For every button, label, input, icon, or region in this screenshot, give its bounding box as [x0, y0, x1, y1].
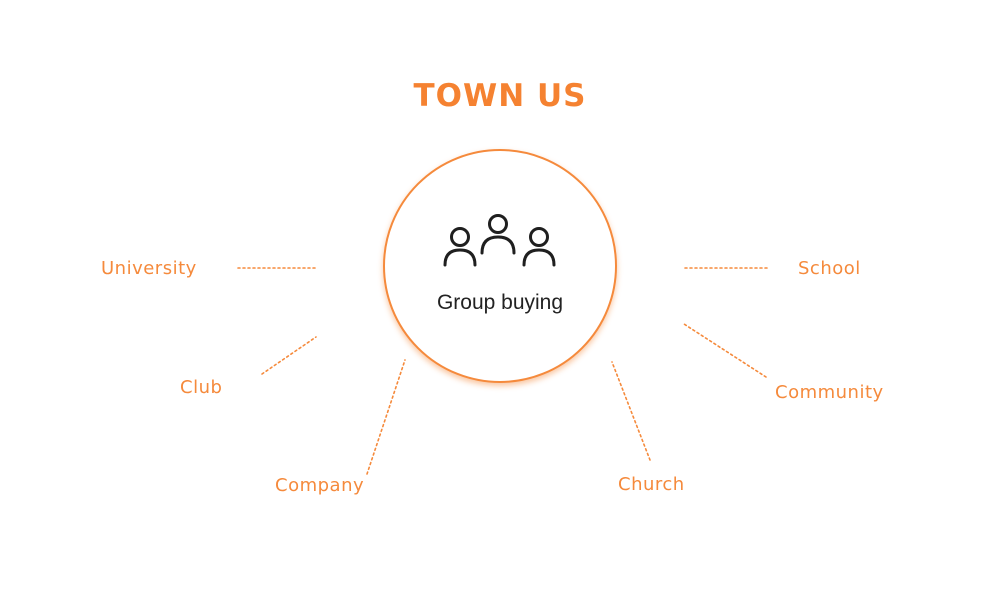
- node-church: Church: [618, 474, 685, 495]
- diagram-canvas: TOWN US Group buying University Club Com…: [0, 0, 1000, 606]
- connector-community: [683, 323, 767, 378]
- node-university: University: [101, 258, 197, 279]
- hub-circle: Group buying: [383, 149, 617, 383]
- connector-church: [611, 361, 651, 461]
- connector-club: [261, 336, 317, 375]
- group-people-icon: [443, 214, 556, 267]
- hub-label: Group buying: [436, 291, 564, 314]
- connector-company: [366, 359, 406, 475]
- node-club: Club: [180, 377, 223, 398]
- node-company: Company: [275, 475, 365, 496]
- node-community: Community: [775, 382, 884, 403]
- node-school: School: [798, 258, 861, 279]
